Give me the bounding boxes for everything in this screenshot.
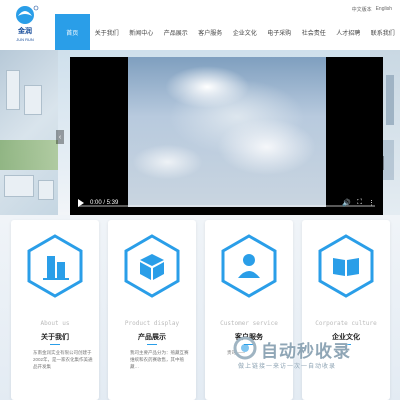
nav-item-about[interactable]: 关于我们 [90, 14, 125, 50]
video-time: 0:00 / 5:39 [90, 200, 119, 206]
more-options-icon[interactable]: ⋮ [368, 199, 375, 207]
card-en-title: Customer service [220, 320, 278, 327]
person-icon [221, 234, 277, 298]
card-en-title: Corporate culture [315, 320, 377, 327]
card-cn-title: 产品展示 [138, 334, 166, 341]
watermark: 自动秒收录 做上链接一来访一次一自动收录 [226, 334, 396, 378]
nav-item-culture[interactable]: 企业文化 [228, 14, 263, 50]
card-about[interactable]: About us 关于我们 东南金润实业有限公司创建于2002年，是一家农化集作… [11, 220, 99, 400]
lang-english-link[interactable]: English [376, 6, 392, 13]
city-image-left [0, 50, 58, 215]
video-controls: 0:00 / 5:39 🔊 ⛶ ⋮ [70, 191, 383, 215]
nav-item-products[interactable]: 产品展示 [159, 14, 194, 50]
nav-item-responsibility[interactable]: 社会责任 [297, 14, 332, 50]
building-icon [27, 234, 83, 298]
nav-item-purchase[interactable]: 电子采购 [262, 14, 297, 50]
nav-item-home[interactable]: 首页 [55, 14, 90, 50]
language-switch: 中文版本 English [352, 6, 392, 13]
nav-item-jobs[interactable]: 人才招聘 [331, 14, 366, 50]
nav-item-service[interactable]: 客户服务 [193, 14, 228, 50]
watermark-subtitle: 做上链接一来访一次一自动收录 [238, 364, 337, 370]
volume-icon[interactable]: 🔊 [342, 199, 351, 207]
watermark-title: 自动秒收录 [261, 342, 351, 361]
video-frame [128, 57, 326, 207]
logo-name: 金润 [18, 26, 32, 35]
nav-item-contact[interactable]: 联系我们 [366, 14, 400, 50]
main-nav: 首页 关于我们 新闻中心 产品展示 客户服务 企业文化 电子采购 社会责任 人才… [55, 14, 400, 50]
box-icon [124, 234, 180, 298]
card-divider [147, 344, 157, 345]
slide-prev-button[interactable]: ‹ [56, 130, 64, 144]
play-icon[interactable] [78, 199, 84, 207]
card-description: 我司主要产品分为：殖藏互赛维缤和农药赛收售，其中殖藏… [130, 350, 189, 369]
nav-item-news[interactable]: 新闻中心 [124, 14, 159, 50]
watermark-logo-icon [233, 336, 257, 360]
header: 金润 JUN RUN 中文版本 English 首页 关于我们 新闻中心 产品展… [0, 0, 400, 50]
logo-subtitle: JUN RUN [16, 37, 34, 42]
video-player[interactable]: 0:00 / 5:39 🔊 ⛶ ⋮ [70, 57, 383, 215]
fullscreen-icon[interactable]: ⛶ [357, 199, 362, 207]
card-en-title: Product display [124, 320, 180, 327]
card-description: 东南金润实业有限公司创建于2002年，是一家农化集作美通品开发集 [33, 350, 93, 369]
card-divider [50, 344, 60, 345]
lang-chinese-link[interactable]: 中文版本 [352, 6, 372, 13]
card-cn-title: 关于我们 [41, 334, 69, 341]
card-products[interactable]: Product display 产品展示 我司主要产品分为：殖藏互赛维缤和农药赛… [108, 220, 196, 400]
card-en-title: About us [40, 320, 70, 327]
book-icon [318, 234, 374, 298]
